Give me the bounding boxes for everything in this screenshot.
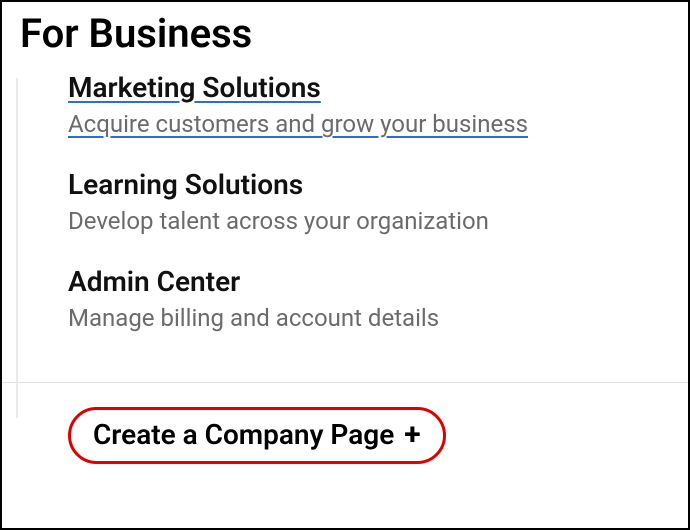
page-title: For Business <box>20 10 688 57</box>
menu-item-desc: Acquire customers and grow your business <box>68 110 688 138</box>
menu-item-desc: Develop talent across your organization <box>68 207 688 235</box>
menu-item-desc: Manage billing and account details <box>68 304 688 332</box>
menu-item-admin[interactable]: Admin Center Manage billing and account … <box>68 265 688 332</box>
menu-item-learning[interactable]: Learning Solutions Develop talent across… <box>68 168 688 235</box>
footer: Create a Company Page + <box>2 382 688 464</box>
cta-label: Create a Company Page <box>93 418 394 451</box>
header: For Business <box>2 2 688 71</box>
menu-item-title: Admin Center <box>68 265 240 298</box>
plus-icon: + <box>404 420 420 450</box>
create-company-page-button[interactable]: Create a Company Page + <box>68 407 446 464</box>
menu-item-title: Learning Solutions <box>68 168 303 201</box>
divider-line <box>16 78 18 418</box>
menu-item-marketing[interactable]: Marketing Solutions Acquire customers an… <box>68 71 688 138</box>
menu-section: Marketing Solutions Acquire customers an… <box>2 71 688 382</box>
menu-item-title: Marketing Solutions <box>68 71 321 104</box>
